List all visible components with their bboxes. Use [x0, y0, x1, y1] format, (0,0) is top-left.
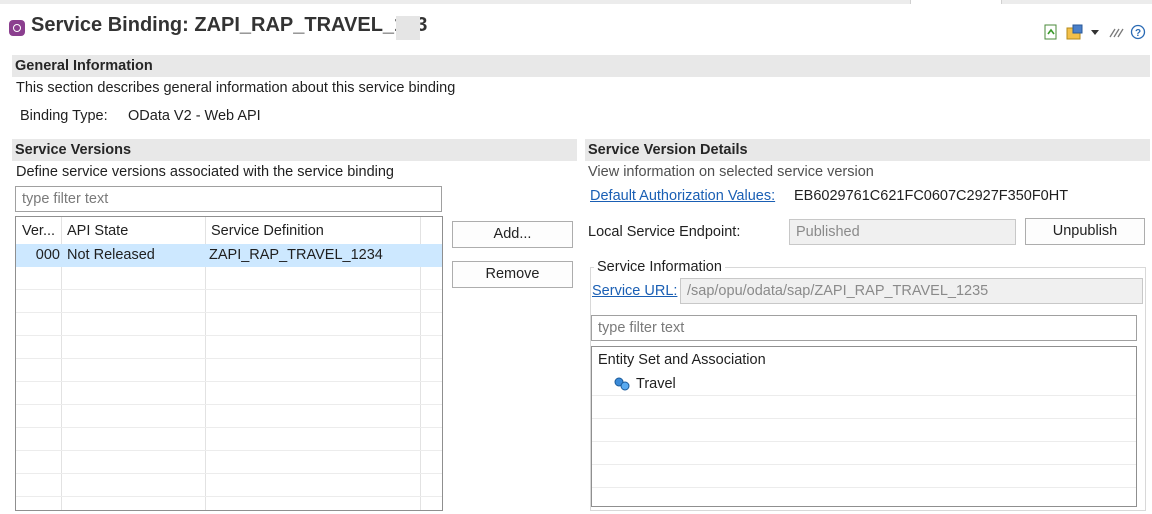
help-icon[interactable]: ?: [1130, 24, 1146, 40]
authorization-value: EB6029761C621FC0607C2927F350F0HT: [794, 188, 1069, 204]
table-row-empty: [16, 313, 442, 336]
table-header-row: Ver... API State Service Definition: [16, 220, 442, 243]
binding-type-value: OData V2 - Web API: [128, 108, 261, 124]
table-row-empty: [16, 405, 442, 428]
dropdown-icon[interactable]: [1089, 24, 1105, 40]
column-header-service-definition[interactable]: Service Definition: [211, 220, 416, 243]
page-title: Service Binding: ZAPI_RAP_TRAVEL_123: [31, 14, 428, 36]
entity-set-icon: [614, 376, 630, 392]
service-url-field: /sap/opu/odata/sap/ZAPI_RAP_TRAVEL_1235: [680, 278, 1143, 304]
add-button[interactable]: Add...: [452, 221, 573, 248]
table-row[interactable]: 000 Not Released ZAPI_RAP_TRAVEL_1234: [16, 244, 442, 267]
editor-tab-strip: [0, 0, 1152, 4]
unpublish-button[interactable]: Unpublish: [1025, 218, 1145, 245]
editor-tab[interactable]: [910, 0, 1002, 4]
service-binding-icon: [9, 20, 25, 36]
table-row-empty: [16, 359, 442, 382]
tree-root-label[interactable]: Entity Set and Association: [598, 349, 766, 372]
table-row-empty: [16, 336, 442, 359]
row-api-state: Not Released: [67, 247, 155, 263]
publish-icon[interactable]: [1066, 24, 1083, 40]
service-version-details-header: Service Version Details: [585, 139, 1150, 161]
service-versions-header: Service Versions: [12, 139, 577, 161]
export-icon[interactable]: [1043, 24, 1059, 40]
service-versions-description: Define service versions associated with …: [16, 164, 394, 180]
details-description: View information on selected service ver…: [588, 164, 874, 180]
tree-row: [592, 465, 1136, 488]
table-row-empty: [16, 382, 442, 405]
row-version: 000: [35, 247, 60, 263]
table-row-empty: [16, 267, 442, 290]
tree-row: [592, 396, 1136, 419]
default-authorization-link[interactable]: Default Authorization Values:: [590, 188, 775, 204]
service-information-title: Service Information: [594, 259, 725, 275]
local-service-endpoint-label: Local Service Endpoint:: [588, 224, 741, 240]
remove-button[interactable]: Remove: [452, 261, 573, 288]
tree-item-travel[interactable]: Travel: [636, 373, 676, 396]
endpoint-status-field: Published: [789, 219, 1016, 245]
table-row-empty: [16, 428, 442, 451]
column-header-api-state[interactable]: API State: [67, 220, 203, 243]
pin-icon[interactable]: [1108, 24, 1124, 40]
binding-type-label: Binding Type:: [20, 108, 108, 124]
table-row-empty: [16, 290, 442, 313]
svg-text:?: ?: [1135, 28, 1141, 39]
general-description: This section describes general informati…: [16, 80, 456, 96]
table-row-empty: [16, 451, 442, 474]
column-header-version[interactable]: Ver...: [22, 220, 60, 243]
service-url-link[interactable]: Service URL:: [592, 283, 677, 299]
tree-row: [592, 442, 1136, 465]
table-row-empty: [16, 474, 442, 497]
tree-row: [592, 419, 1136, 442]
row-service-definition: ZAPI_RAP_TRAVEL_1234: [209, 247, 383, 263]
entity-filter-input[interactable]: type filter text: [591, 315, 1137, 341]
versions-filter-input[interactable]: type filter text: [15, 186, 442, 212]
title-overflow: [396, 16, 420, 40]
general-information-header: General Information: [12, 55, 1150, 77]
entity-set-tree[interactable]: Entity Set and Association Travel: [591, 346, 1137, 507]
service-versions-table[interactable]: Ver... API State Service Definition 000 …: [15, 216, 443, 511]
